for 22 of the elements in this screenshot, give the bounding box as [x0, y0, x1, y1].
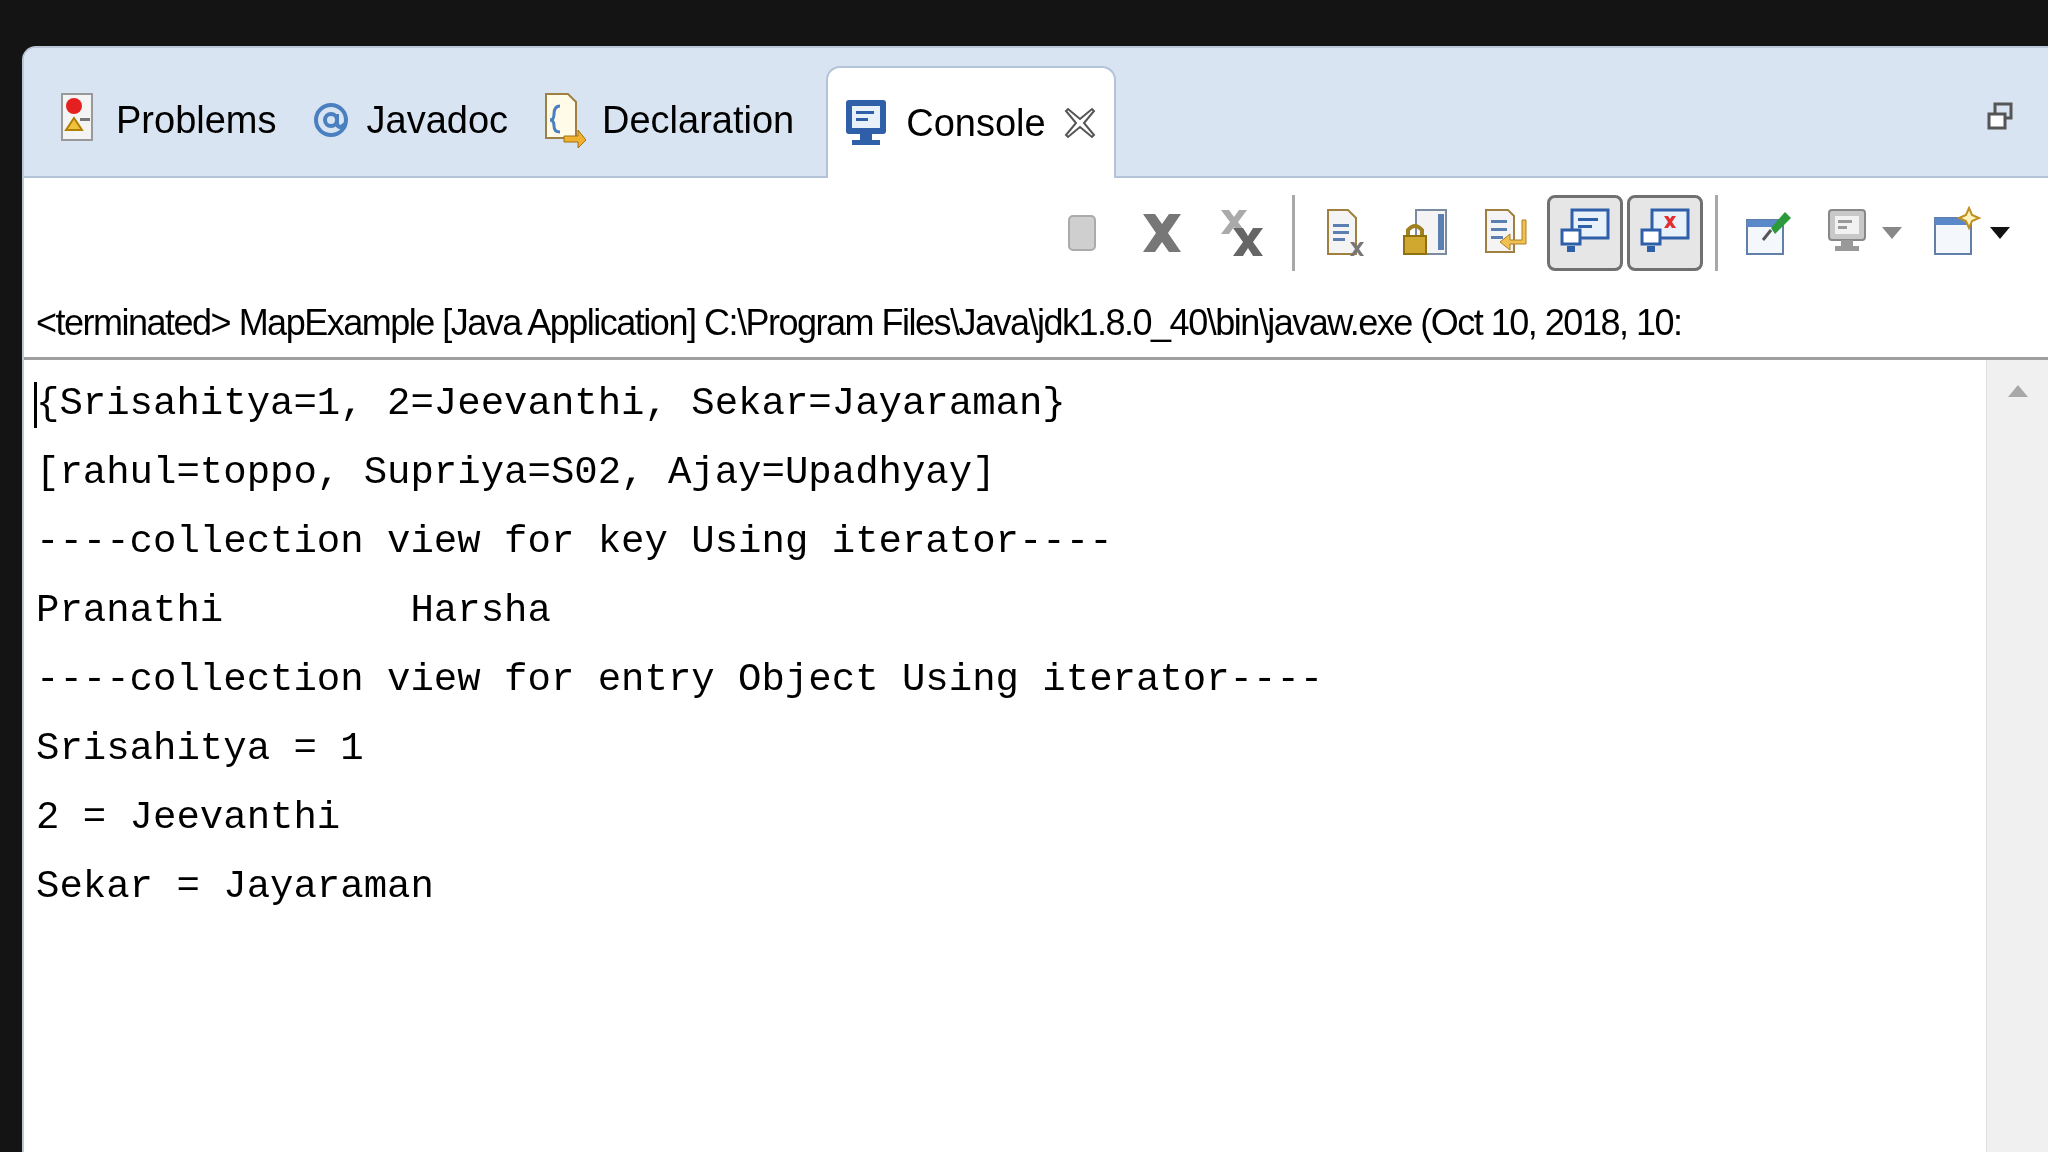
toolbar-button[interactable]: [1547, 195, 1623, 271]
console-output-line: 2 = Jeevanthi: [36, 795, 341, 842]
scroll-up-icon[interactable]: [2006, 384, 2029, 398]
dropdown-arrow-icon: [1881, 226, 1903, 240]
vertical-scrollbar[interactable]: [1986, 360, 2048, 1152]
process-status-line: <terminated> MapExample [Java Application] C:\Program Files\Java\jdk1.8.0_40\bin\javaw.exe (Oct 10, 2018, 10:: [36, 300, 1682, 345]
tab[interactable]: Console: [826, 66, 1116, 178]
console-output-line: Sekar = Jayaraman: [36, 864, 434, 911]
document-arrow-icon: [542, 90, 587, 150]
console-output-line: ----collection view for key Using iterator----: [36, 519, 1113, 566]
console-output-line: Srisahitya = 1: [36, 726, 364, 773]
tab[interactable]: Problems: [38, 64, 293, 176]
restore-icon: [1987, 102, 2013, 130]
dropdown-arrow-icon: [1989, 226, 2011, 240]
console-output-line: Pranathi Harsha: [36, 588, 551, 635]
tab[interactable]: Declaration: [526, 64, 811, 176]
text-cursor: [34, 382, 37, 428]
console-output-line: [rahul=toppo, Supriya=S02, Ajay=Upadhyay]: [36, 450, 996, 497]
console-output-line: ----collection view for entry Object Using iterator----: [36, 657, 1324, 704]
tab[interactable]: Javadoc: [294, 64, 525, 176]
toolbar-button[interactable]: [1627, 195, 1703, 271]
console-output-line: {Srisahitya=1, 2=Jeevanthi, Sekar=Jayaraman}: [36, 381, 1066, 428]
